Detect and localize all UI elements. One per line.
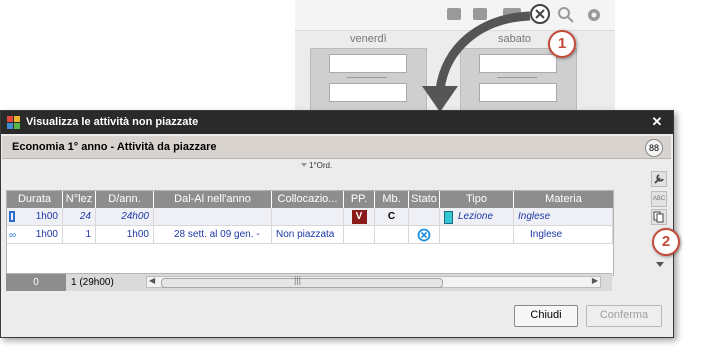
column-header[interactable]: Tipo xyxy=(440,191,514,208)
column-header[interactable]: Stato xyxy=(409,191,440,208)
total-count: 1 (29h00) xyxy=(71,277,114,288)
day-header-venerdi: venerdì xyxy=(350,33,387,45)
sort-arrow-icon xyxy=(301,163,307,167)
sort-label: 1°Ord. xyxy=(309,161,333,170)
cell-pp xyxy=(344,226,375,244)
cell-pp: V xyxy=(344,208,375,226)
grip-icon: ||| xyxy=(294,275,302,285)
cell-mb xyxy=(375,226,409,244)
horizontal-scrollbar[interactable]: ◀ ||| ▶ xyxy=(146,275,601,288)
app-logo-icon xyxy=(7,116,20,129)
table-row[interactable]: ∞ 1h00 1 1h00 28 sett. al 09 gen. - Non … xyxy=(7,226,613,244)
confirm-button[interactable]: Conferma xyxy=(586,305,662,327)
link-icon xyxy=(9,211,15,222)
unplaced-activities-dialog: Visualizza le attività non piazzate ✕ Ec… xyxy=(0,110,674,338)
calendar-slot[interactable] xyxy=(329,54,407,73)
callout-2: 2 xyxy=(652,228,680,256)
type-color-swatch xyxy=(444,211,453,224)
pp-badge: V xyxy=(351,210,367,224)
divider xyxy=(347,77,387,78)
options-icon[interactable]: 88 xyxy=(645,139,663,157)
cell-tipo xyxy=(440,226,514,244)
table-row[interactable]: 1h00 24 24h00 V C Lezione Inglese xyxy=(7,208,613,226)
cell-durata: 1h00 xyxy=(7,208,63,226)
close-icon[interactable]: ✕ xyxy=(649,114,665,130)
gear-icon[interactable] xyxy=(585,6,603,24)
column-header[interactable]: Collocazio... xyxy=(272,191,344,208)
wrench-icon[interactable] xyxy=(651,171,667,187)
dialog-title: Visualizza le attività non piazzate xyxy=(26,116,199,128)
column-header[interactable]: N°lez xyxy=(63,191,96,208)
column-header[interactable]: Mb. xyxy=(375,191,409,208)
column-header[interactable]: D/ann. xyxy=(96,191,154,208)
cell-nlez: 1 xyxy=(63,226,96,244)
search-icon[interactable] xyxy=(557,6,575,24)
close-button[interactable]: Chiudi xyxy=(514,305,578,327)
calendar-slot[interactable] xyxy=(329,83,407,102)
link-icon: ∞ xyxy=(9,230,17,241)
cell-collocazione: Non piazzata xyxy=(272,226,344,244)
column-header[interactable]: Durata xyxy=(7,191,63,208)
cell-mb: C xyxy=(375,208,409,226)
scroll-right-arrow-icon[interactable]: ▶ xyxy=(592,276,598,285)
scroll-left-arrow-icon[interactable]: ◀ xyxy=(149,276,155,285)
cell-tipo: Lezione xyxy=(440,208,514,226)
cell-dann: 24h00 xyxy=(96,208,154,226)
cell-durata: ∞ 1h00 xyxy=(7,226,63,244)
dialog-subheader: Economia 1° anno - Attività da piazzare … xyxy=(2,136,671,159)
cell-nlez: 24 xyxy=(63,208,96,226)
scrollbar-thumb[interactable]: ||| xyxy=(161,275,443,288)
pointer-arrow xyxy=(422,11,531,112)
status-bar: 0 1 (29h00) ◀ ||| ▶ xyxy=(6,273,612,291)
abc-icon[interactable]: ABC xyxy=(651,191,667,207)
subheader-title: Economia 1° anno - Attività da piazzare xyxy=(12,141,217,153)
activities-table: Durata N°lez D/ann. Dal-Al nell'anno Col… xyxy=(6,190,614,276)
selection-count: 0 xyxy=(6,274,66,291)
column-header[interactable]: PP. xyxy=(344,191,375,208)
scroll-down-arrow-icon[interactable] xyxy=(652,256,668,272)
cell-materia: Inglese xyxy=(514,208,613,226)
cell-stato xyxy=(409,208,440,226)
copy-icon[interactable] xyxy=(651,209,667,225)
cell-dal-al xyxy=(154,208,272,226)
cell-stato xyxy=(409,226,440,244)
dialog-titlebar[interactable]: Visualizza le attività non piazzate ✕ xyxy=(1,111,673,134)
cell-materia: Inglese xyxy=(514,226,613,244)
cell-dal-al: 28 sett. al 09 gen. - xyxy=(154,226,272,244)
not-placed-icon xyxy=(417,228,431,242)
callout-1: 1 xyxy=(548,30,576,58)
column-header[interactable]: Dal-Al nell'anno xyxy=(154,191,272,208)
cell-dann: 1h00 xyxy=(96,226,154,244)
column-header[interactable]: Materia xyxy=(514,191,613,208)
cell-collocazione xyxy=(272,208,344,226)
